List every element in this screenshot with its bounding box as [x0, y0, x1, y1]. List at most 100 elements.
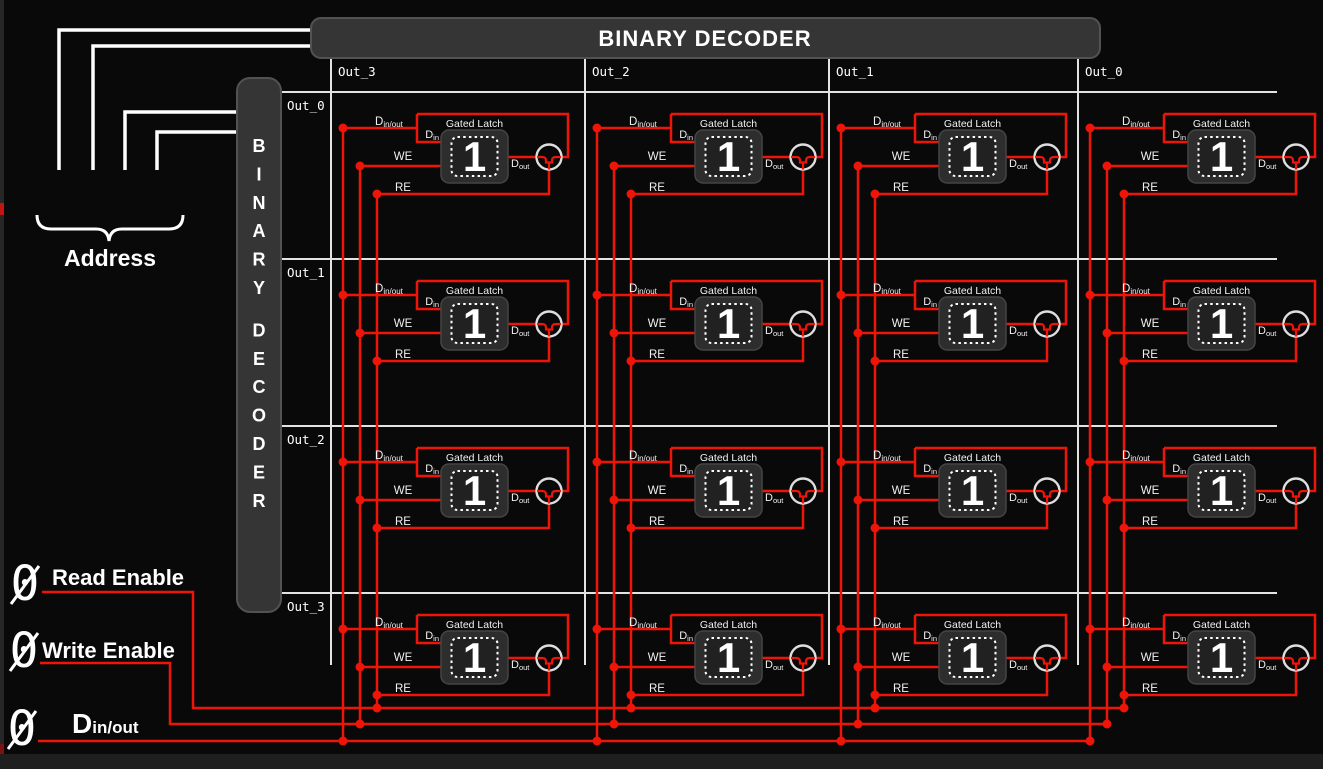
- gated-latch-title: Gated Latch: [1193, 452, 1250, 464]
- gated-latch-cell-r2c1: Din/outWEREDinDoutGated Latch1: [593, 448, 823, 533]
- wire-junction-dot: [339, 124, 348, 133]
- dout-label: Dout: [511, 492, 530, 505]
- read-enable-label: Read Enable: [52, 565, 184, 590]
- din-out-label: Din/out: [873, 283, 902, 296]
- bottom-bar: [0, 754, 1323, 769]
- wire-junction-dot: [627, 190, 636, 199]
- left-edge-strip: [0, 0, 4, 769]
- din-out-label: Din/out: [375, 116, 404, 129]
- re-label: RE: [395, 516, 411, 528]
- gated-latch-cell-r3c2: Din/outWEREDinDoutGated Latch1: [837, 615, 1067, 700]
- din-label: Din: [1172, 630, 1186, 643]
- wire-junction-dot: [1086, 737, 1095, 746]
- din-out-label: Din/out: [629, 617, 658, 630]
- wire-junction-dot: [1103, 496, 1112, 505]
- we-label: WE: [648, 151, 667, 163]
- wire-junction-dot: [356, 496, 365, 505]
- left-edge-red-tick: [0, 203, 4, 215]
- wire-junction-dot: [373, 691, 382, 700]
- wire-junction-dot: [854, 162, 863, 171]
- wire-junction-dot: [871, 357, 880, 366]
- wire-junction-dot: [610, 720, 619, 729]
- dout-label: Dout: [1258, 158, 1277, 171]
- dout-label: Dout: [1258, 325, 1277, 338]
- wire-junction-dot: [627, 691, 636, 700]
- wire-junction-dot: [854, 496, 863, 505]
- latch-value: 1: [1210, 634, 1233, 681]
- dout-label: Dout: [765, 325, 784, 338]
- read-enable-input[interactable]: 0 Read Enable: [11, 556, 185, 612]
- gated-latch-title: Gated Latch: [944, 619, 1001, 631]
- wire-junction-dot: [339, 737, 348, 746]
- address-brace: [37, 215, 183, 241]
- row-output-label: Out_0: [287, 98, 325, 113]
- we-label: WE: [892, 485, 911, 497]
- latch-value: 1: [717, 634, 740, 681]
- gated-latch-cell-r2c0: Din/outWEREDinDoutGated Latch1: [339, 448, 569, 533]
- wire-junction-dot: [610, 496, 619, 505]
- re-label: RE: [893, 516, 909, 528]
- column-output-label: Out_3: [338, 64, 376, 79]
- gated-latch-title: Gated Latch: [1193, 619, 1250, 631]
- write-enable-label: Write Enable: [42, 638, 175, 663]
- wire-junction-dot: [837, 737, 846, 746]
- wire-junction-dot: [593, 458, 602, 467]
- wire-junction-dot: [593, 124, 602, 133]
- re-label: RE: [893, 683, 909, 695]
- din-label: Din: [425, 630, 439, 643]
- write-enable-input[interactable]: 0 Write Enable: [10, 623, 175, 679]
- top-binary-decoder[interactable]: BINARY DECODER: [311, 18, 1100, 58]
- latch-value: 1: [463, 467, 486, 514]
- gated-latch-title: Gated Latch: [446, 118, 503, 130]
- re-label: RE: [649, 349, 665, 361]
- column-bus-wires-3: [1086, 128, 1129, 746]
- gated-latch-title: Gated Latch: [446, 452, 503, 464]
- gated-latch-cell-r1c1: Din/outWEREDinDoutGated Latch1: [593, 281, 823, 366]
- latch-value: 1: [463, 634, 486, 681]
- wire-junction-dot: [837, 124, 846, 133]
- gated-latch-title: Gated Latch: [944, 285, 1001, 297]
- left-decoder-output-labels: Out_0 Out_1 Out_2 Out_3: [287, 98, 325, 614]
- din-label: Din: [679, 296, 693, 309]
- gated-latch-title: Gated Latch: [700, 118, 757, 130]
- din-label: Din: [679, 630, 693, 643]
- wire-junction-dot: [339, 458, 348, 467]
- latch-value: 1: [717, 300, 740, 347]
- din-out-label: Din/out: [873, 116, 902, 129]
- left-binary-decoder-box[interactable]: [237, 78, 281, 612]
- we-label: WE: [892, 318, 911, 330]
- data-inout-input[interactable]: 0 Din/out: [8, 701, 139, 757]
- latch-value: 1: [961, 467, 984, 514]
- dout-label: Dout: [765, 492, 784, 505]
- din-out-label: Din/out: [375, 617, 404, 630]
- wire-junction-dot: [1086, 124, 1095, 133]
- wire-junction-dot: [627, 524, 636, 533]
- gated-latch-cell-r1c3: Din/outWEREDinDoutGated Latch1: [1086, 281, 1316, 366]
- we-label: WE: [1141, 652, 1160, 664]
- column-bus-wires-0: [339, 128, 382, 746]
- wire-junction-dot: [854, 663, 863, 672]
- din-out-label: Din/out: [1122, 116, 1151, 129]
- din-out-label: Din/out: [375, 283, 404, 296]
- wire-junction-dot: [871, 524, 880, 533]
- latch-value: 1: [961, 300, 984, 347]
- din-label: Din: [923, 630, 937, 643]
- wire-junction-dot: [373, 704, 382, 713]
- din-label: Din: [425, 296, 439, 309]
- wire-junction-dot: [1103, 162, 1112, 171]
- dout-label: Dout: [1009, 325, 1028, 338]
- din-out-label: Din/out: [1122, 617, 1151, 630]
- gated-latch-title: Gated Latch: [1193, 285, 1250, 297]
- address-label: Address: [64, 245, 156, 271]
- wire-junction-dot: [593, 737, 602, 746]
- wire-junction-dot: [854, 329, 863, 338]
- dout-label: Dout: [1009, 492, 1028, 505]
- left-binary-decoder[interactable]: BINARYDECODER: [237, 78, 281, 612]
- address-wire-3: [157, 132, 240, 170]
- latch-value: 1: [1210, 467, 1233, 514]
- we-label: WE: [648, 485, 667, 497]
- column-bus-wires-2: [837, 128, 880, 746]
- dout-label: Dout: [511, 659, 530, 672]
- wire-junction-dot: [593, 291, 602, 300]
- dout-label: Dout: [1009, 158, 1028, 171]
